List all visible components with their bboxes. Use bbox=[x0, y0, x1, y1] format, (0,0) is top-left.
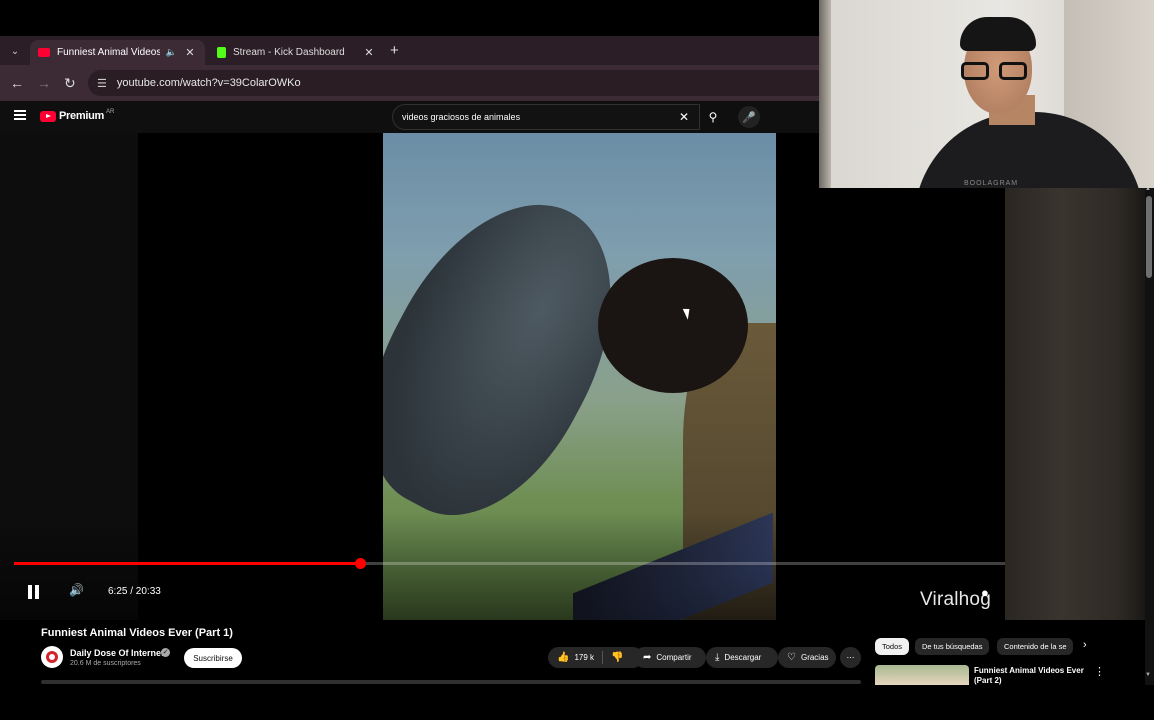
youtube-logo-text: Premium bbox=[59, 110, 104, 122]
chip-from-searches[interactable]: De tus búsquedas bbox=[915, 638, 990, 655]
more-actions-button[interactable]: ⋯ bbox=[840, 647, 861, 668]
recommendation-thumbnail[interactable] bbox=[875, 665, 969, 685]
clear-search-icon[interactable]: ✕ bbox=[679, 110, 689, 124]
microphone-icon[interactable]: 🎤 bbox=[738, 106, 760, 128]
search-query-text: videos graciosos de animales bbox=[402, 112, 521, 122]
scroll-down-arrow-icon[interactable]: ▼ bbox=[1145, 672, 1151, 678]
tab-title: Stream - Kick Dashboard bbox=[233, 47, 345, 58]
new-tab-plus-icon[interactable]: + bbox=[390, 42, 399, 59]
horizontal-scrollbar[interactable] bbox=[41, 680, 861, 684]
download-button[interactable]: ⤓ Descargar bbox=[706, 647, 778, 668]
super-thanks-icon: ♡ bbox=[787, 652, 796, 663]
youtube-header: Premium AR videos graciosos de animales … bbox=[0, 101, 819, 133]
progress-scrubber-handle[interactable] bbox=[354, 558, 366, 569]
channel-logo-icon bbox=[46, 651, 58, 663]
channel-avatar[interactable] bbox=[41, 646, 63, 668]
forward-arrow-icon[interactable]: → bbox=[37, 75, 51, 91]
shirt-print: BOOLAGRAM bbox=[964, 180, 1019, 187]
ambient-backdrop-right bbox=[1005, 188, 1145, 620]
back-arrow-icon[interactable]: ← bbox=[10, 75, 24, 91]
verified-check-icon: ✓ bbox=[161, 648, 170, 657]
like-divider bbox=[602, 651, 604, 664]
chip-next-chevron-icon[interactable]: › bbox=[1083, 639, 1087, 651]
share-label: Compartir bbox=[656, 653, 692, 662]
youtube-favicon-icon bbox=[38, 48, 50, 57]
more-horizontal-icon: ⋯ bbox=[846, 653, 855, 662]
menu-hamburger-icon[interactable] bbox=[14, 110, 26, 120]
like-count[interactable]: 179 k bbox=[574, 653, 594, 662]
subscribe-button[interactable]: Suscribirse bbox=[184, 648, 242, 668]
time-display: 6:25 / 20:33 bbox=[108, 586, 161, 597]
share-button[interactable]: ➦ Compartir bbox=[634, 647, 706, 668]
thanks-button[interactable]: ♡ Gracias bbox=[778, 647, 836, 668]
tab-kick-dashboard[interactable]: Stream - Kick Dashboard ✕ bbox=[209, 40, 384, 65]
subscriber-count: 20.6 M de suscriptores bbox=[70, 660, 141, 667]
child-head-figure bbox=[598, 258, 748, 393]
streamer-hair bbox=[960, 17, 1036, 51]
youtube-logo[interactable]: Premium AR bbox=[40, 108, 115, 122]
door-frame bbox=[819, 0, 831, 188]
country-code: AR bbox=[105, 108, 115, 115]
tab-title: Funniest Animal Videos Ever (Part 1) bbox=[57, 47, 160, 58]
channel-name[interactable]: Daily Dose Of Internet bbox=[70, 648, 164, 658]
tab-search-chevron-icon[interactable]: ⌄ bbox=[6, 42, 24, 60]
tab-youtube-video[interactable]: Funniest Animal Videos Ever (Part 1) 🔈 ✕ bbox=[30, 40, 205, 65]
chip-related-content[interactable]: Contenido de la se bbox=[997, 638, 1073, 655]
download-label: Descargar bbox=[724, 653, 762, 662]
youtube-play-logo-icon bbox=[40, 110, 56, 122]
reload-icon[interactable]: ↻ bbox=[64, 75, 76, 92]
search-icon[interactable]: ⚲ bbox=[700, 104, 726, 130]
address-bar[interactable]: ☰ youtube.com/watch?v=39ColarOWKo bbox=[88, 70, 819, 96]
webcam-overlay: BOOLAGRAM bbox=[819, 0, 1154, 188]
pause-icon[interactable] bbox=[27, 585, 41, 599]
download-icon: ⤓ bbox=[715, 652, 720, 663]
share-arrow-icon: ➦ bbox=[643, 652, 652, 663]
glasses-left-lens bbox=[961, 62, 989, 80]
recommendation-title[interactable]: Funniest Animal Videos Ever (Part 2) bbox=[974, 666, 1084, 686]
video-title: Funniest Animal Videos Ever (Part 1) bbox=[41, 627, 233, 639]
search-input[interactable]: videos graciosos de animales ✕ bbox=[392, 104, 700, 130]
url-text: youtube.com/watch?v=39ColarOWKo bbox=[116, 77, 301, 89]
site-settings-icon[interactable]: ☰ bbox=[97, 77, 107, 90]
thumbs-up-icon[interactable]: 👍 bbox=[557, 652, 569, 663]
recommendation-menu-icon[interactable]: ⋮ bbox=[1094, 665, 1105, 678]
browser-toolbar: ← → ↻ ☰ youtube.com/watch?v=39ColarOWKo bbox=[0, 65, 819, 101]
tab-close-icon[interactable]: ✕ bbox=[183, 46, 197, 59]
autoplay-toggle-icon[interactable]: ● bbox=[981, 585, 989, 600]
progress-bar[interactable] bbox=[14, 558, 1130, 569]
page-scrollbar-thumb[interactable] bbox=[1146, 196, 1152, 278]
browser-tab-strip: ⌄ Funniest Animal Videos Ever (Part 1) 🔈… bbox=[0, 36, 819, 65]
screen-bottom-bar bbox=[0, 685, 1154, 720]
tab-audio-icon[interactable]: 🔈 bbox=[166, 47, 177, 58]
thumbs-down-icon[interactable]: 👎 bbox=[611, 652, 623, 663]
like-dislike-group: 👍 179 k 👎 bbox=[548, 647, 643, 668]
volume-icon[interactable]: 🔊 bbox=[69, 583, 84, 597]
thanks-label: Gracias bbox=[800, 653, 829, 662]
progress-played bbox=[14, 562, 360, 565]
kick-favicon-icon bbox=[217, 47, 226, 58]
tab-close-icon[interactable]: ✕ bbox=[362, 46, 376, 59]
video-player[interactable]: 🔊 6:25 / 20:33 Viralhog ● ▤ ⚙ HD ▭ ⤢ bbox=[0, 133, 1154, 620]
glasses-right-lens bbox=[999, 62, 1027, 80]
chip-all[interactable]: Todos bbox=[875, 638, 910, 655]
